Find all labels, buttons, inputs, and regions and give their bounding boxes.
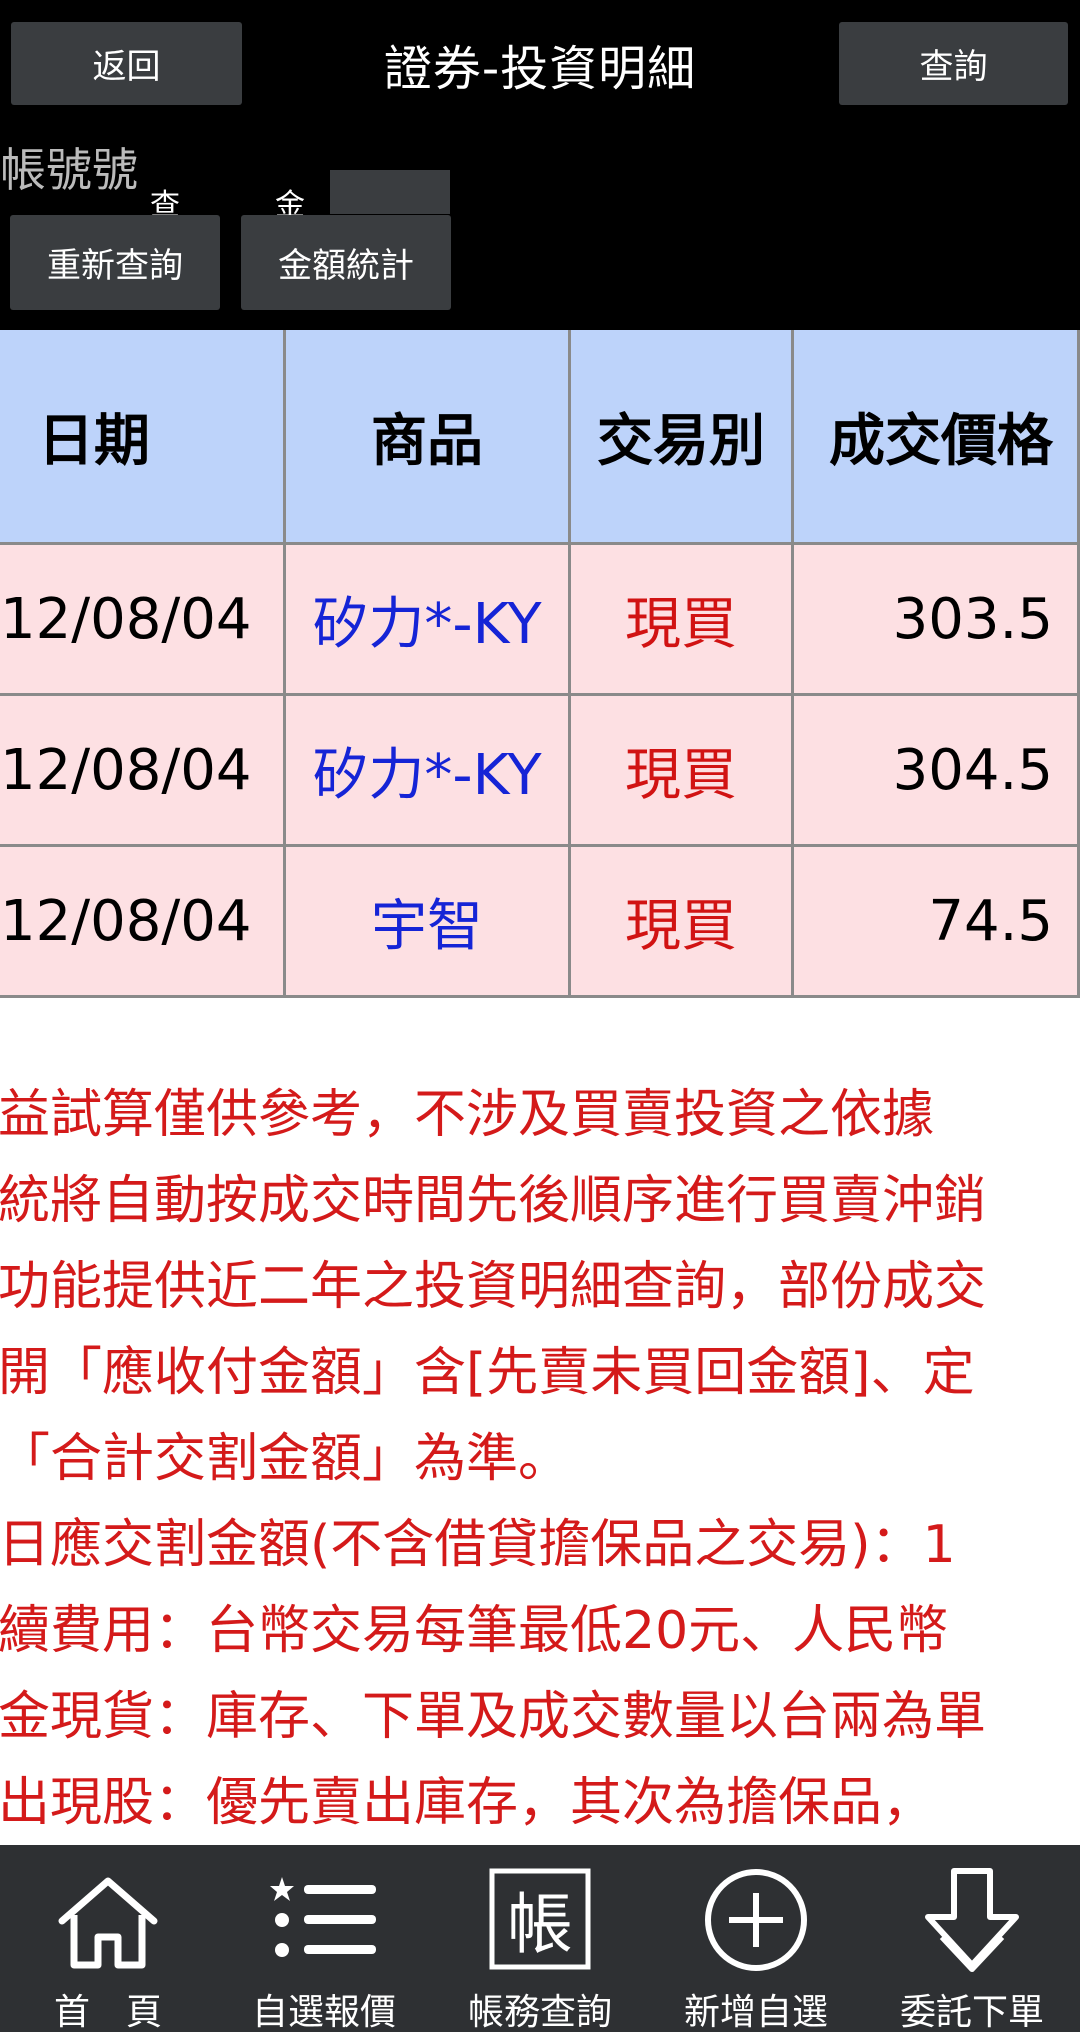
order-down-arrow-icon <box>925 1868 1019 1972</box>
table-header-row: 日期 商品 交易別 成交價格 <box>0 330 1080 545</box>
column-header-price: 成交價格 <box>794 330 1080 545</box>
note-line: 功能提供近二年之投資明細查詢，部份成交 <box>0 1257 987 1317</box>
query-button[interactable]: 查詢 <box>839 22 1068 105</box>
nav-label: 帳務查詢 <box>467 1992 612 2033</box>
note-line: 續費用：台幣交易每筆最低20元、人民幣 <box>0 1601 949 1661</box>
column-header-product: 商品 <box>286 330 571 545</box>
column-header-trade-type: 交易別 <box>571 330 794 545</box>
redaction-mask <box>330 170 450 214</box>
nav-watchlist[interactable]: 自選報價 <box>216 1845 432 2033</box>
product-cell[interactable]: 矽力*-KY <box>286 545 571 696</box>
product-cell[interactable]: 宇智 <box>286 847 571 998</box>
trade-type-cell: 現買 <box>571 545 794 696</box>
table-row[interactable]: 12/08/04 宇智 現買 74.5 <box>0 847 1080 998</box>
amount-summary-button[interactable]: 金額統計 <box>241 215 451 310</box>
price-cell: 303.5 <box>794 545 1080 696</box>
nav-label: 首 頁 <box>53 1992 162 2033</box>
note-line: 統將自動按成交時間先後順序進行買賣沖銷 <box>0 1171 987 1231</box>
note-line: 日應交割金額(不含借貸擔保品之交易)：1 <box>0 1515 956 1575</box>
date-cell: 12/08/04 <box>0 696 286 847</box>
product-cell[interactable]: 矽力*-KY <box>286 696 571 847</box>
account-book-icon: 帳 <box>489 1868 591 1970</box>
svg-text:帳: 帳 <box>507 1886 573 1963</box>
trade-type-cell: 現買 <box>571 847 794 998</box>
price-cell: 304.5 <box>794 696 1080 847</box>
nav-label: 委託下單 <box>899 1992 1044 2033</box>
watchlist-icon <box>270 1877 376 1957</box>
nav-place-order[interactable]: 委託下單 <box>864 1845 1080 2033</box>
column-header-date: 日期 <box>0 330 286 545</box>
note-line: 金現貨：庫存、下單及成交數量以台兩為單 <box>0 1687 987 1747</box>
table-row[interactable]: 12/08/04 矽力*-KY 現買 303.5 <box>0 545 1080 696</box>
note-line: 出現股：優先賣出庫存，其次為擔保品， <box>0 1773 935 1833</box>
nav-account-query[interactable]: 帳 帳務查詢 <box>432 1845 648 2033</box>
obscured-text-fragment: 查 <box>150 188 180 216</box>
note-line: 開「應收付金額」含[先賣未買回金額]、定 <box>0 1343 975 1403</box>
add-circle-icon <box>705 1869 807 1971</box>
note-line: 「合計交割金額」為準。 <box>0 1429 571 1489</box>
disclaimer-notes: 益試算僅供參考，不涉及買賣投資之依據 統將自動按成交時間先後順序進行買賣沖銷 功… <box>0 1085 1080 1845</box>
note-line: 益試算僅供參考，不涉及買賣投資之依據 <box>0 1085 935 1145</box>
nav-add-watchlist[interactable]: 新增自選 <box>648 1845 864 2033</box>
nav-home[interactable]: 首 頁 <box>0 1845 216 2033</box>
date-cell: 12/08/04 <box>0 545 286 696</box>
top-header: 返回 證券-投資明細 查詢 帳號號 查 金 重新查詢 金額統計 <box>0 0 1080 330</box>
page-title: 證券-投資明細 <box>383 40 697 97</box>
trade-type-cell: 現買 <box>571 696 794 847</box>
price-cell: 74.5 <box>794 847 1080 998</box>
requery-button[interactable]: 重新查詢 <box>10 215 220 310</box>
home-icon <box>58 1877 158 1969</box>
table-row[interactable]: 12/08/04 矽力*-KY 現買 304.5 <box>0 696 1080 847</box>
back-button[interactable]: 返回 <box>11 22 242 105</box>
nav-label: 自選報價 <box>251 1992 396 2033</box>
nav-label: 新增自選 <box>683 1992 828 2033</box>
account-label: 帳號號 <box>0 143 138 197</box>
date-cell: 12/08/04 <box>0 847 286 998</box>
bottom-nav: 首 頁 自選報價 帳 帳務查詢 新增自選 委託下單 <box>0 1845 1080 2033</box>
